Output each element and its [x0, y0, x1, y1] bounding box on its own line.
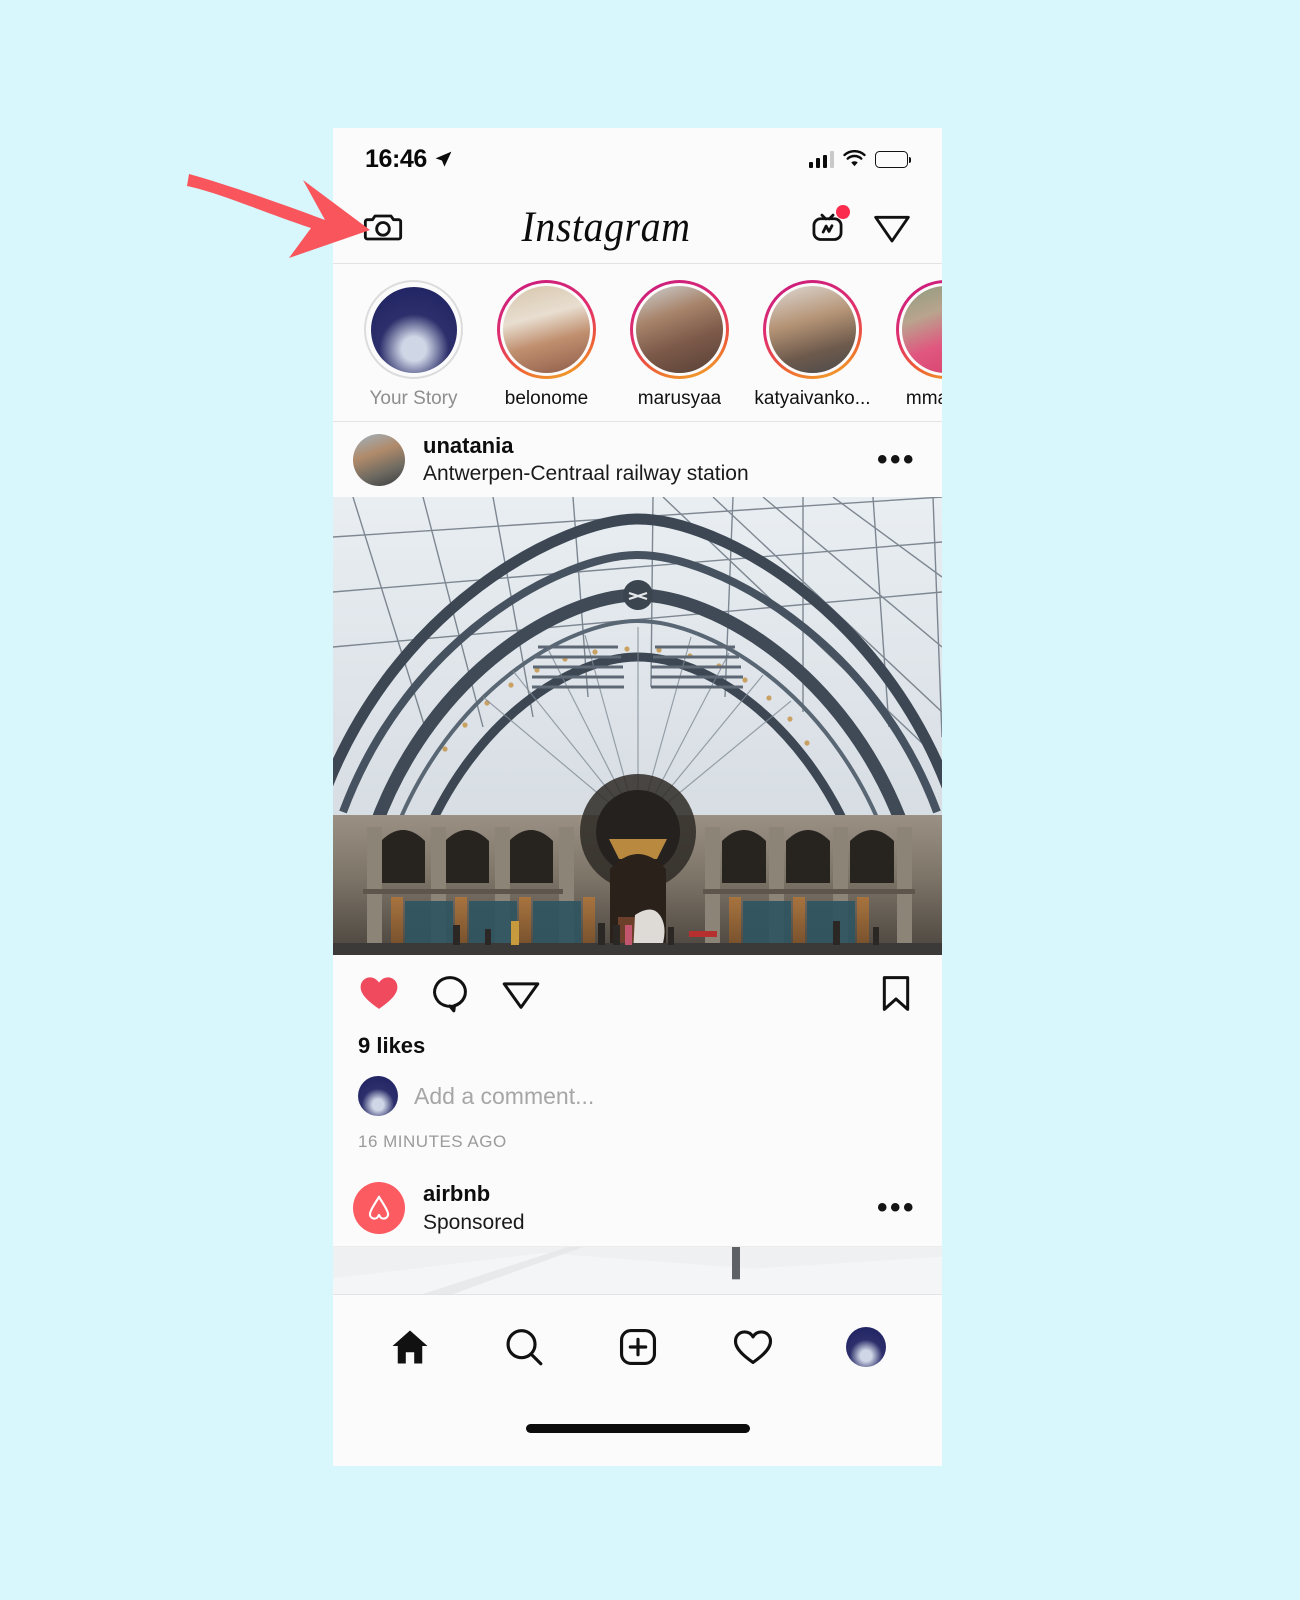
post-author-avatar[interactable] — [353, 433, 405, 486]
comment-icon — [433, 976, 467, 1013]
comment-button[interactable] — [429, 972, 471, 1014]
post-photo[interactable] — [333, 497, 942, 955]
post-timestamp: 16 MINUTES AGO — [358, 1132, 507, 1151]
direct-message-button[interactable] — [872, 207, 912, 247]
sponsored-photo-illustration — [333, 1247, 942, 1294]
sponsored-meta: airbnb Sponsored — [423, 1180, 873, 1236]
story-label: katyaivanko... — [754, 388, 871, 409]
post-actions-left — [358, 972, 542, 1014]
sponsored-photo[interactable] — [333, 1246, 942, 1294]
search-icon — [506, 1328, 543, 1365]
story-ring — [763, 280, 862, 379]
sponsored-post-header: airbnb Sponsored ••• — [333, 1170, 942, 1246]
like-button[interactable] — [358, 972, 400, 1014]
wifi-icon — [843, 150, 866, 167]
tab-home[interactable] — [389, 1326, 431, 1368]
story-label: belonome — [504, 388, 589, 409]
post-username[interactable]: unatania — [423, 432, 873, 460]
story-avatar — [368, 284, 459, 375]
instagram-logo: Instagram — [521, 202, 691, 251]
story-avatar — [633, 283, 726, 376]
sponsored-options-button[interactable]: ••• — [873, 1192, 920, 1224]
add-comment-row[interactable]: Add a comment... — [333, 1059, 942, 1116]
story-item-marusyaa[interactable]: marusyaa — [613, 280, 746, 410]
story-ring — [497, 280, 596, 379]
camera-icon — [363, 214, 403, 240]
story-avatar — [766, 283, 859, 376]
post-action-bar — [333, 955, 942, 1031]
tab-activity[interactable] — [732, 1326, 774, 1368]
save-button[interactable] — [876, 973, 916, 1013]
app-header: Instagram — [333, 190, 942, 264]
tab-new-post[interactable] — [617, 1326, 659, 1368]
story-label: Your Story — [369, 388, 458, 409]
status-bar-left: 16:46 — [365, 145, 453, 174]
plus-square-icon — [620, 1328, 657, 1365]
story-ring — [630, 280, 729, 379]
story-ring — [364, 280, 463, 379]
sponsored-label: Sponsored — [423, 1210, 525, 1234]
story-item-belonome[interactable]: belonome — [480, 280, 613, 410]
current-user-avatar — [358, 1076, 398, 1116]
post-header: unatania Antwerpen-Centraal railway stat… — [333, 422, 942, 497]
heart-filled-icon — [360, 977, 398, 1009]
story-item-your-story[interactable]: Your Story — [347, 280, 480, 410]
heart-outline-icon — [733, 1329, 772, 1364]
post-location[interactable]: Antwerpen-Centraal railway station — [423, 460, 873, 487]
battery-icon — [875, 150, 912, 168]
bookmark-icon — [882, 976, 910, 1011]
direct-message-icon — [874, 215, 910, 242]
home-indicator-area — [333, 1398, 942, 1458]
header-actions — [809, 205, 912, 247]
comment-input[interactable]: Add a comment... — [414, 1083, 594, 1110]
airbnb-belo-icon — [368, 1195, 390, 1220]
home-indicator[interactable] — [525, 1423, 750, 1433]
story-label: mmarie... — [905, 388, 942, 409]
tab-profile[interactable] — [845, 1326, 886, 1367]
stories-tray[interactable]: Your Story belonome marusyaa katyaivanko… — [333, 264, 942, 422]
airbnb-avatar[interactable] — [353, 1182, 405, 1234]
post-meta: unatania Antwerpen-Centraal railway stat… — [423, 432, 873, 488]
story-item-katyaivanko[interactable]: katyaivanko... — [746, 280, 879, 410]
sponsored-username[interactable]: airbnb — [423, 1180, 873, 1208]
share-icon — [502, 982, 540, 1009]
share-button[interactable] — [500, 972, 542, 1014]
tab-search[interactable] — [503, 1326, 545, 1368]
phone-screen: 16:46 Instagram Your Story belonome maru… — [333, 128, 942, 1466]
story-avatar — [899, 283, 942, 376]
bottom-tab-bar — [333, 1294, 942, 1398]
status-time: 16:46 — [365, 144, 427, 173]
post-photo-illustration — [333, 497, 942, 955]
status-bar-right — [808, 150, 912, 168]
story-avatar — [500, 283, 593, 376]
post-options-button[interactable]: ••• — [873, 444, 920, 476]
cellular-signal-icon — [808, 150, 834, 168]
likes-count[interactable]: 9 likes — [333, 1031, 942, 1059]
story-label: marusyaa — [637, 388, 722, 409]
status-bar: 16:46 — [333, 128, 942, 190]
story-ring — [896, 280, 942, 379]
home-icon — [392, 1330, 428, 1363]
igtv-button[interactable] — [809, 205, 850, 245]
camera-button[interactable] — [363, 207, 403, 247]
location-arrow-icon — [435, 151, 452, 167]
story-item-mmarie[interactable]: mmarie... — [879, 280, 942, 410]
profile-avatar-icon — [845, 1326, 886, 1367]
igtv-notification-badge — [835, 205, 850, 219]
